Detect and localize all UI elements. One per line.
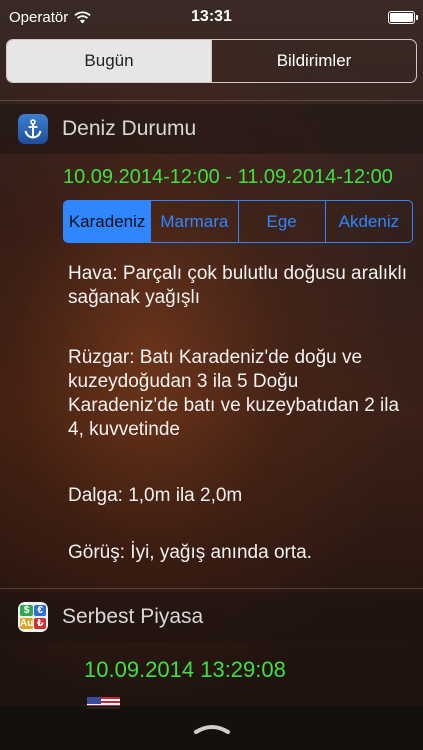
tab-notifications[interactable]: Bildirimler: [211, 40, 416, 82]
tab-marmara[interactable]: Marmara: [150, 201, 237, 242]
sea-region-tabs: Karadeniz Marmara Ege Akdeniz: [63, 200, 413, 243]
dollar-glyph: $: [20, 604, 34, 616]
market-widget-title: Serbest Piyasa: [62, 605, 204, 628]
visibility-text: Görüş: İyi, yağış anında orta.: [68, 542, 312, 563]
currency-icon: $ € Au ₺: [18, 602, 48, 632]
grabber-handle-icon[interactable]: [192, 719, 232, 737]
lira-glyph: ₺: [34, 618, 46, 630]
carrier-label: Operatör: [9, 8, 69, 26]
tab-karadeniz[interactable]: Karadeniz: [64, 201, 151, 242]
status-left: Operatör: [9, 9, 91, 26]
divider: [0, 588, 423, 589]
sea-widget-header[interactable]: Deniz Durumu: [0, 104, 423, 154]
sea-widget-title: Deniz Durumu: [62, 117, 197, 140]
tab-ege[interactable]: Ege: [237, 201, 325, 242]
battery-icon: [388, 10, 418, 24]
wind-text: Rüzgar: Batı Karadeniz'de doğu ve kuzeyd…: [68, 347, 400, 440]
wifi-icon: [74, 11, 91, 23]
status-bar: Operatör 13:31: [0, 0, 423, 34]
forecast-date-range: 10.09.2014-12:00 - 11.09.2014-12:00: [63, 166, 393, 188]
wave-text: Dalga: 1,0m ila 2,0m: [68, 485, 243, 506]
weather-text: Hava: Parçalı çok bulutlu doğusu aralıkl…: [68, 263, 408, 308]
anchor-icon: [18, 114, 48, 144]
notification-center-tabs: Bugün Bildirimler: [6, 39, 417, 83]
euro-glyph: €: [34, 604, 46, 616]
market-widget-header[interactable]: $ € Au ₺ Serbest Piyasa: [0, 592, 423, 642]
tab-akdeniz[interactable]: Akdeniz: [324, 201, 412, 242]
bottom-handle-bar: [0, 706, 423, 750]
gold-glyph: Au: [20, 618, 34, 630]
divider: [0, 100, 423, 101]
market-timestamp: 10.09.2014 13:29:08: [84, 657, 286, 682]
tab-today[interactable]: Bugün: [7, 40, 211, 82]
